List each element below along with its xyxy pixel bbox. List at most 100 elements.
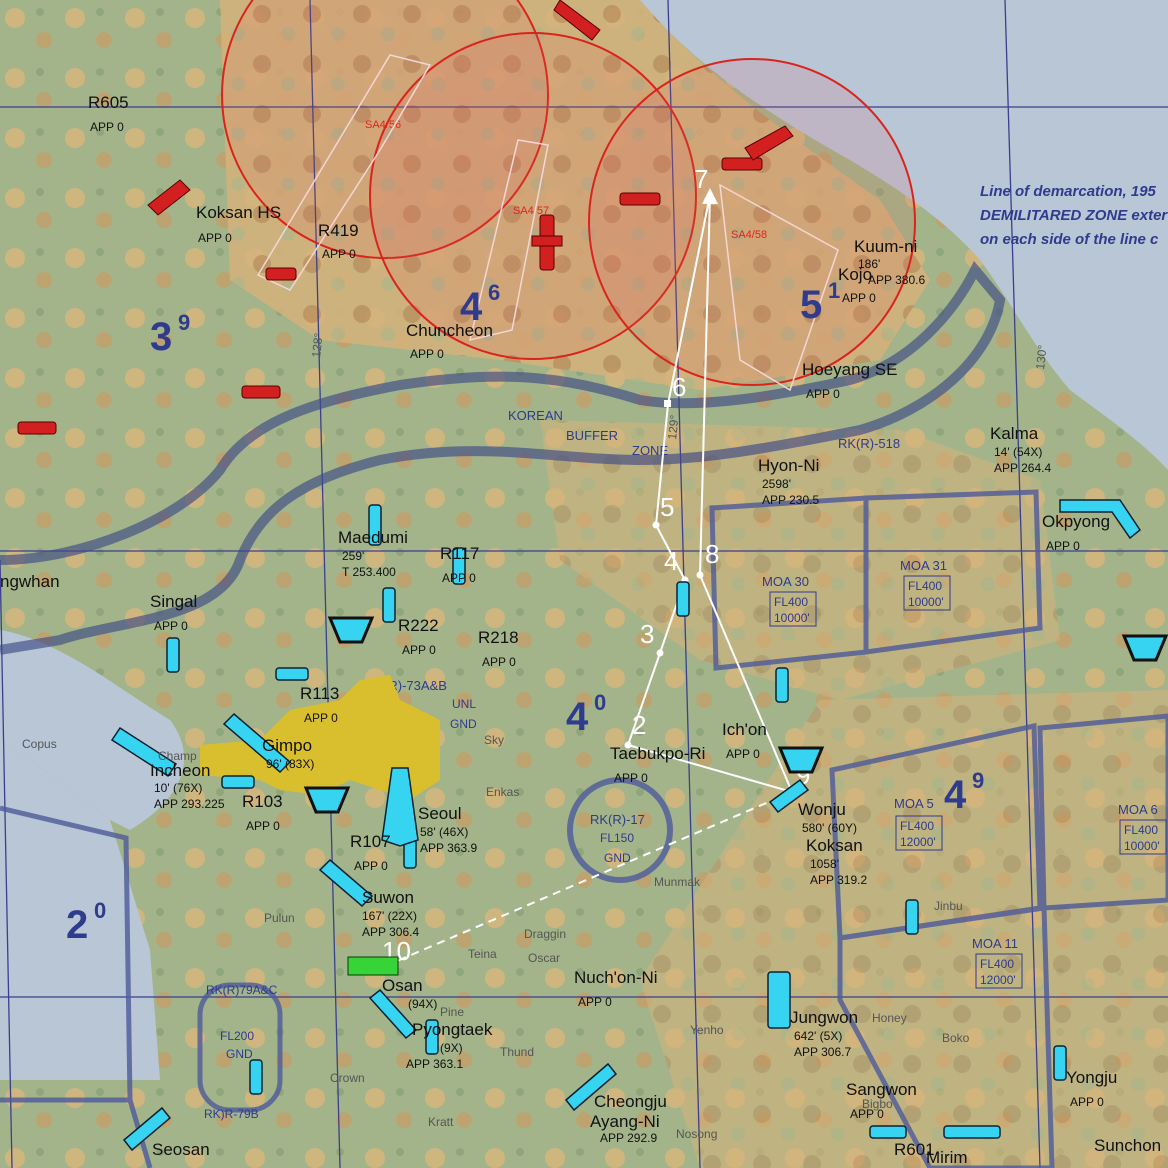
svg-text:Copus: Copus (22, 737, 57, 751)
airfield-info: 167' (22X) (362, 909, 417, 923)
airfield-name: Koksan HS (196, 203, 281, 222)
svg-text:Honey: Honey (872, 1011, 907, 1025)
restricted-fl-73: UNL (452, 697, 476, 711)
svg-text:Enkas: Enkas (486, 785, 519, 799)
airfield-info: APP 0 (198, 231, 232, 245)
sam-label-1: SA4/56 (365, 119, 401, 131)
airfield-info: APP 0 (154, 619, 188, 633)
svg-text:9: 9 (972, 768, 984, 793)
airfield-info: 2598' (762, 477, 791, 491)
buffer-zone-label-2: BUFFER (566, 428, 618, 443)
svg-text:10000': 10000' (1124, 839, 1160, 853)
svg-text:4: 4 (944, 773, 967, 817)
airfield-info: APP 0 (850, 1107, 884, 1121)
osan-marker (347, 956, 399, 976)
airfield-info: APP 319.2 (810, 873, 867, 887)
airfield-name: Chuncheon (406, 321, 493, 340)
airfield-name: R222 (398, 616, 439, 635)
airfield-info: 58' (46X) (420, 825, 468, 839)
svg-text:MOA 5: MOA 5 (894, 796, 934, 811)
svg-text:Crown: Crown (330, 1071, 365, 1085)
airfield-name: Hoeyang SE (802, 360, 897, 379)
restricted-label-79b: RK)R-79B (204, 1107, 259, 1121)
svg-text:5: 5 (660, 492, 674, 522)
svg-text:Pulun: Pulun (264, 911, 295, 925)
airfield-info: (94X) (408, 997, 437, 1011)
svg-text:0: 0 (594, 690, 606, 715)
airfield-info: APP 0 (322, 247, 356, 261)
airfield-name: Kojo (838, 265, 872, 284)
airfield-name: Nuch'on-Ni (574, 968, 658, 987)
restricted-gnd-79: GND (226, 1047, 253, 1061)
airfield-info: APP 292.9 (600, 1131, 657, 1145)
longitude-label-128: 128° (309, 332, 326, 358)
airfield-name: R113 (300, 684, 339, 703)
airfield-name: Ich'on (722, 720, 767, 739)
airfield-info: T 253.400 (342, 565, 396, 579)
airfield-name: Wonju (798, 800, 846, 819)
airfield-info: APP 0 (354, 859, 388, 873)
svg-text:4: 4 (566, 695, 589, 739)
svg-text:Pine: Pine (440, 1005, 464, 1019)
svg-text:9: 9 (178, 310, 190, 335)
svg-text:Sky: Sky (484, 733, 504, 747)
airfield-name: Pyongtaek (412, 1020, 493, 1039)
airfield-info: 1058' (810, 857, 839, 871)
airfield-info: APP 0 (578, 995, 612, 1009)
svg-text:MOA 6: MOA 6 (1118, 802, 1158, 817)
svg-text:FL400: FL400 (774, 595, 808, 609)
svg-text:0: 0 (94, 898, 106, 923)
airfield-name: R107 (350, 832, 391, 851)
svg-text:3: 3 (640, 619, 654, 649)
airfield-info: APP 0 (410, 347, 444, 361)
svg-text:6: 6 (488, 280, 500, 305)
airfield-name: Yongju (1066, 1068, 1117, 1087)
airfield-info: APP 0 (246, 819, 280, 833)
airfield-name: Koksan (806, 836, 863, 855)
airfield-name: Osan (382, 976, 423, 995)
airfield-name: Suwon (362, 888, 414, 907)
svg-text:Oscar: Oscar (528, 951, 560, 965)
airfield-name: Maedumi (338, 528, 408, 547)
airfield-info: APP 306.4 (362, 925, 419, 939)
airfield-name: Sangwon (846, 1080, 917, 1099)
restricted-label-518: RK(R)-518 (838, 436, 900, 451)
svg-text:FL400: FL400 (980, 957, 1014, 971)
longitude-label-130: 130° (1033, 344, 1050, 370)
tactical-map[interactable]: 128° 129° 130° KOREAN BUFFER ZONE Line o… (0, 0, 1168, 1168)
svg-text:FL400: FL400 (1124, 823, 1158, 837)
airfield-name: Singal (150, 592, 197, 611)
airfield-info: 259' (342, 549, 364, 563)
airfield-info: APP 0 (726, 747, 760, 761)
airfield-info: APP 0 (1070, 1095, 1104, 1109)
airfield-name: R605 (88, 93, 129, 112)
airfield-name: Hyon-Ni (758, 456, 819, 475)
airfield-name: Kuum-ni (854, 237, 917, 256)
svg-text:Boko: Boko (942, 1031, 970, 1045)
airfield-name: R117 (440, 544, 479, 563)
airfield-info: APP 293.225 (154, 797, 225, 811)
airfield-info: APP 0 (1046, 539, 1080, 553)
airfield-name: Seoul (418, 804, 461, 823)
dmz-note-line-1: Line of demarcation, 195 (980, 183, 1157, 200)
airfield-name: Jungwon (790, 1008, 858, 1027)
svg-text:8: 8 (705, 539, 719, 569)
airfield-info: 14' (54X) (994, 445, 1042, 459)
airfield-name: Gimpo (262, 736, 312, 755)
airfield-name: Sunchon (1094, 1136, 1161, 1155)
airfield-info: APP 306.7 (794, 1045, 851, 1059)
sam-label-3: SA4/58 (731, 229, 767, 241)
svg-text:Thund: Thund (500, 1045, 534, 1059)
svg-text:5: 5 (800, 283, 822, 327)
svg-text:Munmak: Munmak (654, 875, 701, 889)
airfield-info: APP 363.9 (420, 841, 477, 855)
airfield-name: Taebukpo-Ri (610, 744, 705, 763)
airfield-info: APP 380.6 (868, 273, 925, 287)
svg-text:3: 3 (150, 315, 172, 359)
svg-text:FL400: FL400 (900, 819, 934, 833)
svg-text:6: 6 (672, 372, 686, 402)
airfield-name: R218 (478, 628, 519, 647)
airfield-info: APP 0 (304, 711, 338, 725)
dmz-note-line-3: on each side of the line c (980, 231, 1159, 248)
svg-text:Nosong: Nosong (676, 1127, 717, 1141)
